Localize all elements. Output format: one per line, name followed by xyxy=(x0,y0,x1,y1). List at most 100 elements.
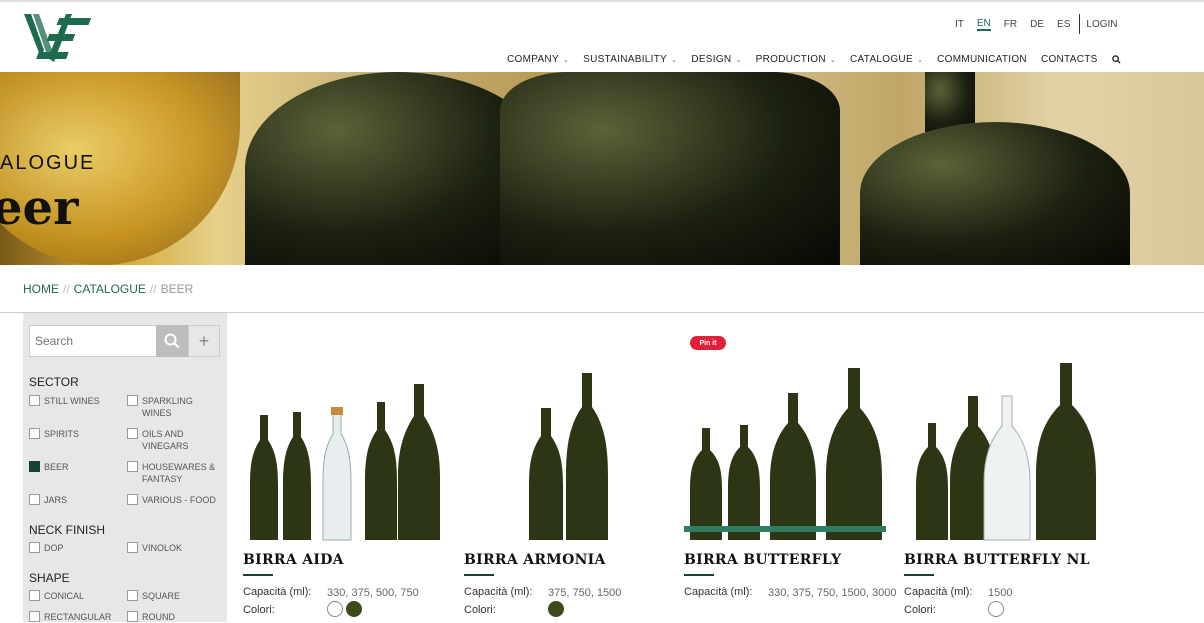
lang-it[interactable]: IT xyxy=(955,19,964,30)
filter-label: BEER xyxy=(44,462,69,472)
filter-various-food[interactable]: VARIOUS - FOOD xyxy=(127,494,223,506)
title-underline xyxy=(684,574,714,576)
checkbox[interactable] xyxy=(127,461,138,472)
bottle-image xyxy=(860,122,1130,265)
plus-icon: + xyxy=(198,330,210,351)
chevron-down-icon: ⌄ xyxy=(916,56,924,64)
nav-sustainability[interactable]: SUSTAINABILITY ⌄ xyxy=(583,54,677,65)
product-name[interactable]: BIRRA BUTTERFLY xyxy=(684,552,841,568)
hero-banner: ALOGUE eer xyxy=(0,72,1204,265)
colors-label: Colori: xyxy=(904,604,936,616)
pinterest-pin-button[interactable]: Pin it xyxy=(690,336,726,350)
breadcrumb-home[interactable]: HOME xyxy=(23,282,59,296)
filter-beer[interactable]: BEER xyxy=(29,461,125,473)
language-switcher: IT EN FR DE ES LOGIN xyxy=(955,14,1131,34)
product-name[interactable]: BIRRA BUTTERFLY NL xyxy=(904,552,1090,568)
search-input[interactable] xyxy=(29,325,157,357)
title-underline xyxy=(243,574,273,576)
capacity-value: 330, 375, 750, 1500, 3000 xyxy=(768,587,897,599)
checkbox[interactable] xyxy=(29,542,40,553)
filter-dop[interactable]: DOP xyxy=(29,542,125,554)
color-swatch-white[interactable] xyxy=(327,601,343,617)
chevron-down-icon: ⌄ xyxy=(562,56,570,64)
capacity-label: Capacità (ml): xyxy=(464,586,533,598)
color-swatch-green[interactable] xyxy=(346,601,362,617)
checkbox[interactable] xyxy=(29,590,40,601)
nav-catalogue[interactable]: CATALOGUE ⌄ xyxy=(850,54,923,65)
product-image[interactable] xyxy=(904,360,1124,555)
filter-sparkling-wines[interactable]: SPARKLING WINES xyxy=(127,395,223,419)
search-button[interactable] xyxy=(156,325,188,357)
filter-conical[interactable]: CONICAL xyxy=(29,590,125,602)
filter-round[interactable]: ROUND xyxy=(127,611,223,623)
checkbox[interactable] xyxy=(29,428,40,439)
chevron-down-icon: ⌄ xyxy=(735,56,742,64)
checkbox[interactable] xyxy=(29,494,40,505)
filter-spirits[interactable]: SPIRITS xyxy=(29,428,125,440)
color-swatch-green[interactable] xyxy=(548,601,564,617)
filter-vinolok[interactable]: VINOLOK xyxy=(127,542,223,554)
filter-housewares[interactable]: HOUSEWARES & FANTASY xyxy=(127,461,223,485)
checkbox-checked[interactable] xyxy=(29,461,40,472)
filter-label: VINOLOK xyxy=(142,543,183,553)
filter-oils-vinegars[interactable]: OILS AND VINEGARS xyxy=(127,428,223,452)
filter-still-wines[interactable]: STILL WINES xyxy=(29,395,125,407)
product-name[interactable]: BIRRA ARMONIA xyxy=(464,552,606,568)
nav-communication[interactable]: COMMUNICATION xyxy=(937,54,1027,65)
lang-es[interactable]: ES xyxy=(1057,19,1070,30)
filter-label: JARS xyxy=(44,495,68,505)
filter-label: HOUSEWARES & FANTASY xyxy=(142,462,216,484)
breadcrumb-separator: // xyxy=(149,282,157,296)
filter-label: DOP xyxy=(44,543,64,553)
lang-fr[interactable]: FR xyxy=(1004,19,1017,30)
capacity-value: 375, 750, 1500 xyxy=(548,587,622,599)
filter-label: CONICAL xyxy=(44,591,85,601)
filter-label: ROUND xyxy=(142,612,175,622)
color-swatch-white[interactable] xyxy=(988,601,1004,617)
colors-label: Colori: xyxy=(243,604,275,616)
add-filter-button[interactable]: + xyxy=(188,325,220,357)
filter-rectangular[interactable]: RECTANGULAR xyxy=(29,611,125,623)
filter-jars[interactable]: JARS xyxy=(29,494,125,506)
shape-title: SHAPE xyxy=(29,571,70,585)
breadcrumb-catalogue[interactable]: CATALOGUE xyxy=(74,282,146,296)
neck-finish-title: NECK FINISH xyxy=(29,523,106,537)
nav-contacts[interactable]: CONTACTS xyxy=(1041,54,1098,65)
lang-de[interactable]: DE xyxy=(1030,19,1044,30)
capacity-label: Capacità (ml): xyxy=(904,586,973,598)
checkbox[interactable] xyxy=(29,395,40,406)
breadcrumb: HOME//CATALOGUE//BEER xyxy=(23,282,193,296)
title-underline xyxy=(464,574,494,576)
nav-label: DESIGN xyxy=(691,54,732,65)
checkbox[interactable] xyxy=(127,590,138,601)
checkbox[interactable] xyxy=(127,542,138,553)
company-logo[interactable] xyxy=(22,10,98,66)
product-image[interactable] xyxy=(243,360,463,555)
checkbox[interactable] xyxy=(29,611,40,622)
site-header: IT EN FR DE ES LOGIN COMPANY ⌄ SUSTAINABI… xyxy=(0,0,1204,72)
checkbox[interactable] xyxy=(127,395,138,406)
search-icon[interactable] xyxy=(1111,54,1121,65)
nav-label: CATALOGUE xyxy=(850,54,913,65)
colors-label: Colori: xyxy=(464,604,496,616)
nav-design[interactable]: DESIGN ⌄ xyxy=(691,54,741,65)
filter-label: SPIRITS xyxy=(44,429,80,439)
filter-square[interactable]: SQUARE xyxy=(127,590,223,602)
nav-label: COMMUNICATION xyxy=(937,54,1027,65)
filter-label: OILS AND VINEGARS xyxy=(142,429,189,451)
product-image[interactable] xyxy=(464,360,684,555)
login-link[interactable]: LOGIN xyxy=(1086,19,1117,30)
filter-sidebar: + SECTOR STILL WINES SPARKLING WINES SPI… xyxy=(23,313,227,622)
filter-label: SQUARE xyxy=(142,591,181,601)
nav-company[interactable]: COMPANY ⌄ xyxy=(507,54,569,65)
checkbox[interactable] xyxy=(127,494,138,505)
filter-label: STILL WINES xyxy=(44,396,100,406)
nav-production[interactable]: PRODUCTION ⌄ xyxy=(756,54,836,65)
product-name[interactable]: BIRRA AIDA xyxy=(243,552,344,568)
checkbox[interactable] xyxy=(127,611,138,622)
lang-en[interactable]: EN xyxy=(976,18,991,31)
title-underline xyxy=(904,574,934,576)
capacity-value: 330, 375, 500, 750 xyxy=(327,587,419,599)
lang-divider xyxy=(1079,14,1081,34)
checkbox[interactable] xyxy=(127,428,138,439)
